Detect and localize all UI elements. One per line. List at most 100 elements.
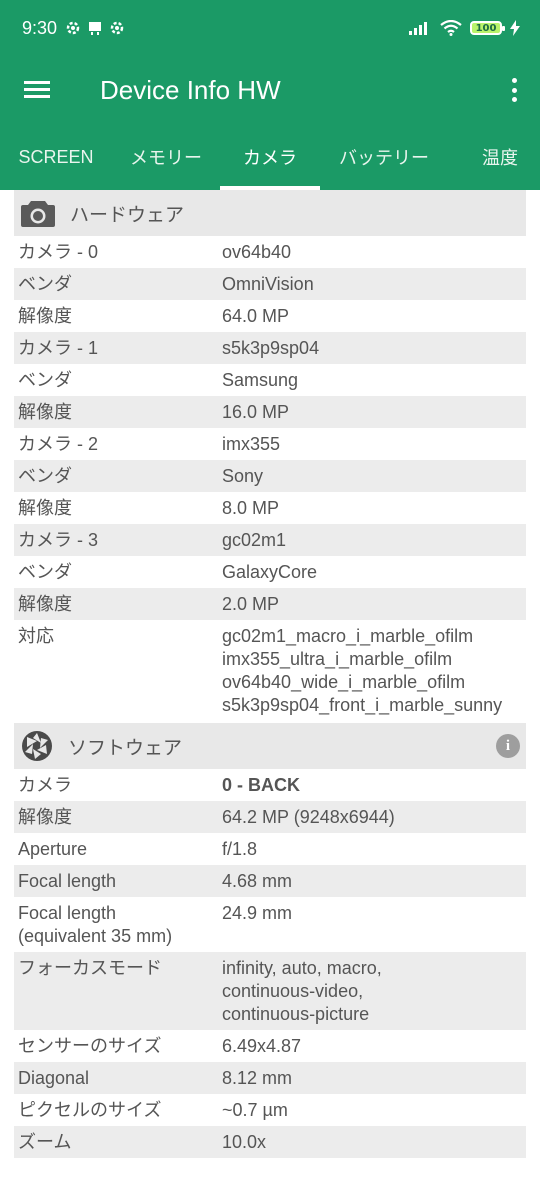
software-row: Focal length (equivalent 35 mm) 24.9 mm bbox=[14, 897, 526, 952]
software-row: Aperture f/1.8 bbox=[14, 833, 526, 865]
row-value: 16.0 MP bbox=[222, 402, 290, 422]
row-label: ピクセルのサイズ bbox=[18, 1100, 162, 1120]
status-bar: 9:30 100 bbox=[0, 0, 540, 56]
row-label: ベンダ bbox=[18, 370, 72, 390]
hamburger-menu-icon[interactable] bbox=[24, 79, 52, 101]
hardware-row: 対応 gc02m1_macro_i_marble_ofilm imx355_ult… bbox=[14, 620, 526, 721]
camera-icon bbox=[21, 201, 55, 227]
hardware-section-header: ハードウェア bbox=[14, 190, 526, 236]
software-section-title: ソフトウェア bbox=[68, 737, 183, 759]
tab-screen[interactable]: SCREEN bbox=[0, 124, 112, 190]
row-label: 解像度 bbox=[18, 498, 72, 518]
row-value: 64.2 MP (9248x6944) bbox=[222, 807, 395, 827]
hardware-row: カメラ - 2 imx355 bbox=[14, 428, 526, 460]
settings-gear-icon-2 bbox=[110, 21, 124, 35]
software-row: センサーのサイズ 6.49x4.87 bbox=[14, 1030, 526, 1062]
software-row: カメラ 0 - BACK bbox=[14, 769, 526, 801]
row-label: カメラ bbox=[18, 775, 72, 795]
row-label: センサーのサイズ bbox=[18, 1036, 162, 1056]
row-value: 4.68 mm bbox=[222, 871, 293, 891]
tab-camera[interactable]: カメラ bbox=[220, 124, 320, 190]
row-value: 0 - BACK bbox=[222, 775, 301, 795]
software-row: ピクセルのサイズ ~0.7 µm bbox=[14, 1094, 526, 1126]
software-rows: カメラ 0 - BACK 解像度 64.2 MP (9248x6944) Apertur… bbox=[14, 769, 526, 1158]
row-label: 解像度 bbox=[18, 594, 72, 614]
software-row: Focal length 4.68 mm bbox=[14, 865, 526, 897]
row-value: gc02m1_macro_i_marble_ofilm imx355_ultra… bbox=[222, 626, 503, 715]
row-value: 8.12 mm bbox=[222, 1068, 293, 1088]
row-value: infinity, auto, macro, continuous-video,… bbox=[222, 958, 382, 1024]
row-label: 解像度 bbox=[18, 306, 72, 326]
hardware-row: ベンダ GalaxyCore bbox=[14, 556, 526, 588]
row-label: フォーカスモード bbox=[18, 958, 162, 978]
app-title: Device Info HW bbox=[100, 74, 281, 105]
signal-icon bbox=[409, 22, 427, 35]
row-label: 解像度 bbox=[18, 807, 72, 827]
row-label: ズーム bbox=[18, 1132, 72, 1152]
hardware-row: カメラ - 0 ov64b40 bbox=[14, 236, 526, 268]
row-value: Samsung bbox=[222, 370, 299, 390]
software-row: フォーカスモード infinity, auto, macro, continuou… bbox=[14, 952, 526, 1030]
camera-aperture-icon bbox=[22, 731, 52, 761]
hardware-row: ベンダ Samsung bbox=[14, 364, 526, 396]
hardware-section-title: ハードウェア bbox=[70, 204, 185, 226]
row-label: Aperture bbox=[18, 839, 88, 859]
row-label: Diagonal bbox=[18, 1068, 90, 1088]
software-row: Diagonal 8.12 mm bbox=[14, 1062, 526, 1094]
tab-memory[interactable]: メモリー bbox=[112, 124, 220, 190]
row-label: カメラ - 1 bbox=[18, 338, 99, 358]
row-value: f/1.8 bbox=[222, 839, 258, 859]
software-section-header: ソフトウェア i bbox=[14, 723, 526, 769]
tab-memory-label: メモリー bbox=[130, 148, 202, 168]
hardware-row: 解像度 2.0 MP bbox=[14, 588, 526, 620]
settings-gear-icon bbox=[66, 21, 80, 35]
tab-temperature-label: 温度 bbox=[482, 148, 518, 168]
wifi-icon bbox=[440, 20, 462, 36]
info-icon[interactable]: i bbox=[496, 734, 520, 758]
tab-battery-label: バッテリー bbox=[339, 148, 429, 168]
row-value: ov64b40 bbox=[222, 242, 292, 262]
row-label: ベンダ bbox=[18, 562, 72, 582]
hardware-row: 解像度 64.0 MP bbox=[14, 300, 526, 332]
row-value: 2.0 MP bbox=[222, 594, 280, 614]
camera-info-list[interactable]: ハードウェア カメラ - 0 ov64b40 ベンダ OmniVision 解像度 64.… bbox=[0, 190, 540, 1158]
row-label: カメラ - 0 bbox=[18, 242, 99, 262]
hardware-row: カメラ - 1 s5k3p9sp04 bbox=[14, 332, 526, 364]
row-value: gc02m1 bbox=[222, 530, 287, 550]
row-value: 6.49x4.87 bbox=[222, 1036, 302, 1056]
more-options-icon[interactable] bbox=[510, 78, 518, 102]
row-value: GalaxyCore bbox=[222, 562, 318, 582]
hardware-row: ベンダ Sony bbox=[14, 460, 526, 492]
row-value: OmniVision bbox=[222, 274, 314, 294]
row-label: Focal length bbox=[18, 871, 117, 891]
row-label: ベンダ bbox=[18, 274, 72, 294]
row-value: 24.9 mm bbox=[222, 903, 293, 923]
hardware-rows: カメラ - 0 ov64b40 ベンダ OmniVision 解像度 64.0 MP カメラ… bbox=[14, 236, 526, 721]
row-label: 解像度 bbox=[18, 402, 72, 422]
row-label: ベンダ bbox=[18, 466, 72, 486]
tab-bar: SCREEN メモリー カメラ バッテリー 温度 bbox=[0, 124, 540, 190]
battery-icon: 100 bbox=[470, 21, 505, 35]
row-value: s5k3p9sp04 bbox=[222, 338, 320, 358]
tab-battery[interactable]: バッテリー bbox=[320, 124, 448, 190]
row-value: 64.0 MP bbox=[222, 306, 290, 326]
tab-camera-label: カメラ bbox=[243, 148, 297, 168]
app-bar: Device Info HW bbox=[0, 56, 540, 124]
tab-temperature[interactable]: 温度 bbox=[448, 124, 540, 190]
row-value: Sony bbox=[222, 466, 264, 486]
software-row: 解像度 64.2 MP (9248x6944) bbox=[14, 801, 526, 833]
hardware-row: 解像度 8.0 MP bbox=[14, 492, 526, 524]
row-label: カメラ - 2 bbox=[18, 434, 99, 454]
tab-screen-label: SCREEN bbox=[18, 146, 94, 167]
active-tab-indicator bbox=[220, 186, 320, 190]
row-value: imx355 bbox=[222, 434, 281, 454]
row-label: Focal length (equivalent 35 mm) bbox=[18, 903, 173, 946]
hardware-row: カメラ - 3 gc02m1 bbox=[14, 524, 526, 556]
row-label: カメラ - 3 bbox=[18, 530, 99, 550]
software-row: ズーム 10.0x bbox=[14, 1126, 526, 1158]
row-value: ~0.7 µm bbox=[222, 1100, 288, 1120]
notification-icon bbox=[89, 22, 102, 35]
row-value: 10.0x bbox=[222, 1132, 267, 1152]
charging-bolt-icon bbox=[510, 20, 520, 36]
hardware-row: ベンダ OmniVision bbox=[14, 268, 526, 300]
